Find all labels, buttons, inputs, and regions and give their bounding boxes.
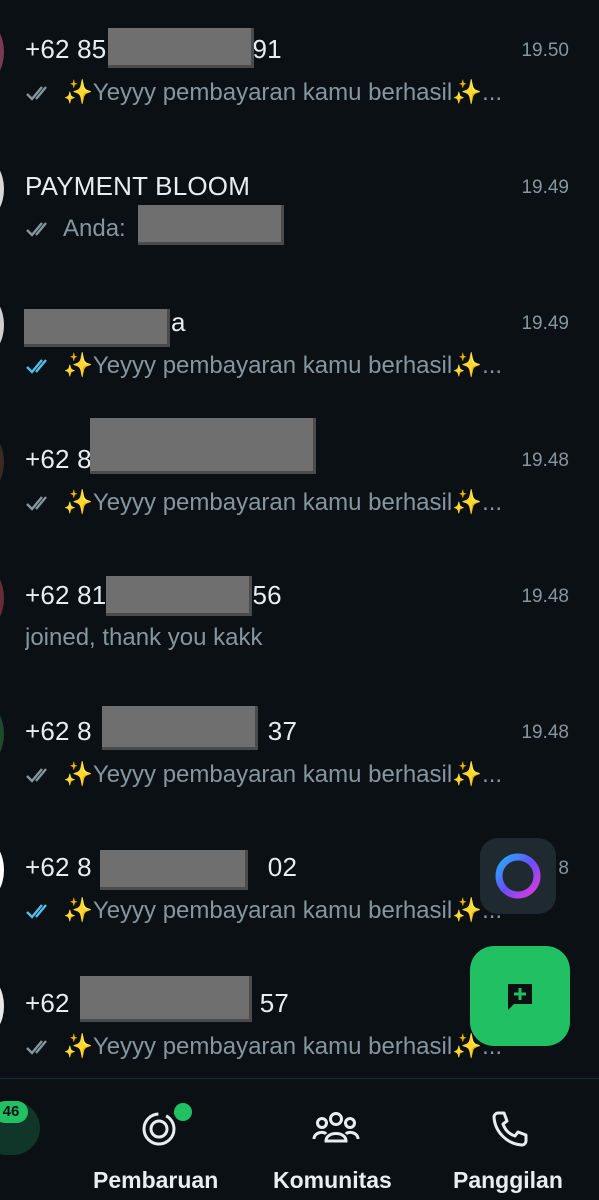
avatar[interactable]: [0, 159, 4, 219]
new-chat-icon: [508, 984, 532, 1010]
chat-time: 19.49: [521, 313, 569, 334]
double-check-icon: [26, 903, 47, 919]
chat-preview: ✨Yeyyy pembayaran kamu berhasil✨...: [25, 896, 545, 925]
avatar[interactable]: [0, 704, 4, 764]
chat-preview: joined, thank you kakk: [25, 624, 263, 651]
chat-preview: ✨Yeyyy pembayaran kamu berhasil✨...: [25, 78, 545, 107]
tab-communities-label: Komunitas: [273, 1167, 392, 1193]
chat-time: 19.50: [521, 40, 569, 61]
chat-name: PAYMENT BLOOM: [25, 171, 251, 201]
new-chat-button[interactable]: [470, 946, 570, 1046]
avatar[interactable]: [0, 976, 4, 1036]
chat-preview: Anda:: [25, 215, 545, 243]
chat-row[interactable]: +62 85 91 19.50 ✨Yeyyy pembayaran kamu be…: [0, 0, 599, 136]
tab-updates-label: Pembaruan: [93, 1167, 219, 1193]
chat-preview: ✨Yeyyy pembayaran kamu berhasil✨...: [25, 1032, 545, 1061]
avatar[interactable]: [0, 840, 4, 900]
chat-preview: ✨Yeyyy pembayaran kamu berhasil✨...: [25, 760, 545, 789]
tab-chats[interactable]: 46 t: [0, 1079, 60, 1200]
avatar[interactable]: [0, 432, 4, 492]
avatar[interactable]: [0, 295, 4, 355]
chat-time: 19.49: [521, 177, 569, 198]
double-check-icon: [26, 222, 47, 237]
redaction-block: [138, 205, 284, 245]
redaction-block: [106, 576, 252, 616]
chat-row[interactable]: a 19.49 ✨Yeyyy pembayaran kamu berhasil✨…: [0, 273, 599, 409]
tab-calls[interactable]: Panggilan: [450, 1079, 580, 1200]
tab-updates[interactable]: Pembaruan: [90, 1079, 230, 1200]
communities-icon: [312, 1112, 360, 1143]
chat-time: 19.48: [521, 722, 569, 743]
updates-dot: [172, 1101, 194, 1123]
chat-name: +62 8: [25, 444, 92, 474]
redaction-block: [24, 309, 170, 347]
bottom-navigation: 46 t Pembaruan Komunitas: [0, 1078, 599, 1200]
redaction-block: [108, 28, 254, 68]
avatar[interactable]: [0, 22, 4, 82]
redaction-block: [102, 706, 258, 750]
chat-preview: ✨Yeyyy pembayaran kamu berhasil✨...: [25, 488, 545, 517]
phone-icon: [492, 1111, 528, 1147]
chat-time: 19.48: [521, 586, 569, 607]
chat-row[interactable]: +62 81 56 19.48 joined, thank you kakk: [0, 546, 599, 682]
redaction-block: [90, 418, 316, 474]
double-check-icon: [26, 358, 47, 374]
redaction-block: [100, 850, 248, 890]
meta-ai-button[interactable]: [480, 838, 556, 914]
chat-time: 8: [558, 858, 569, 879]
double-check-icon: [26, 1039, 47, 1055]
avatar[interactable]: [0, 568, 4, 628]
tab-communities[interactable]: Komunitas: [270, 1079, 400, 1200]
redaction-block: [80, 976, 252, 1022]
chat-row[interactable]: +62 8 19.48 ✨Yeyyy pembayaran kamu berha…: [0, 410, 599, 546]
chat-row[interactable]: PAYMENT BLOOM 19.49 Anda:: [0, 137, 599, 273]
double-check-icon: [26, 85, 47, 101]
whatsapp-chat-screen: +62 85 91 19.50 ✨Yeyyy pembayaran kamu be…: [0, 0, 599, 1200]
chat-row[interactable]: +62 8 37 19.48 ✨Yeyyy pembayaran kamu ber…: [0, 682, 599, 818]
double-check-icon: [26, 495, 47, 511]
tab-calls-label: Panggilan: [453, 1167, 563, 1193]
unread-badge: 46: [0, 1101, 28, 1123]
double-check-icon: [26, 767, 47, 783]
chat-time: 19.48: [521, 450, 569, 471]
meta-ai-icon: [495, 853, 541, 899]
chat-preview: ✨Yeyyy pembayaran kamu berhasil✨...: [25, 351, 545, 380]
